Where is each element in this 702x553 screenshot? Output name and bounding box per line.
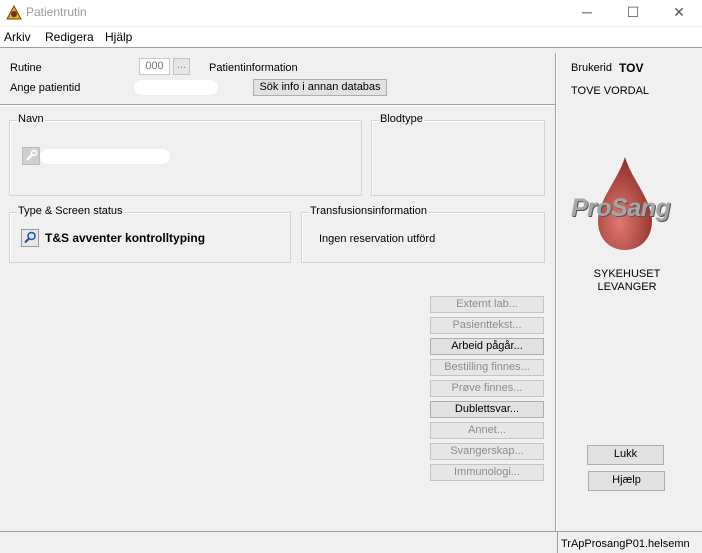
statusbar-divider (0, 531, 702, 532)
menu-arkiv[interactable]: Arkiv (4, 30, 31, 44)
ts-status-text: T&S avventer kontrolltyping (45, 231, 206, 245)
prosang-logo: ProSang (571, 194, 671, 222)
rutine-label: Rutine (10, 62, 42, 74)
wrench-icon (22, 147, 40, 165)
horizontal-divider-highlight (0, 105, 555, 106)
externt-lab-button[interactable]: Externt lab... (430, 296, 544, 313)
svangerskap-button[interactable]: Svangerskap... (430, 443, 544, 460)
search-icon[interactable] (21, 229, 39, 247)
pasienttekst-button[interactable]: Pasienttekst... (430, 317, 544, 334)
arbeid-pagar-button[interactable]: Arbeid pågår... (430, 338, 544, 355)
user-name: TOVE VORDAL (571, 85, 650, 97)
hospital-line2: LEVANGER (597, 281, 657, 293)
transfusion-title: Transfusionsinformation (309, 205, 428, 217)
brukerid-value: TOV (619, 61, 644, 75)
dublettsvar-button[interactable]: Dublettsvar... (430, 401, 544, 418)
blodtype-group (371, 120, 545, 196)
annet-button[interactable]: Annet... (430, 422, 544, 439)
statusbar-divider-vertical (557, 532, 558, 553)
rutine-browse-button[interactable]: ... (173, 58, 190, 75)
rutine-input[interactable]: 000 (139, 58, 170, 75)
bestilling-finnes-button[interactable]: Bestilling finnes... (430, 359, 544, 376)
immunologi-button[interactable]: Immunologi... (430, 464, 544, 481)
statusbar-text: TrApProsangP01.helsemn (561, 538, 690, 550)
prove-finnes-button[interactable]: Prøve finnes... (430, 380, 544, 397)
maximize-button[interactable]: ☐ (610, 0, 656, 26)
sok-info-button[interactable]: Sök info i annan databas (253, 79, 387, 96)
navn-title: Navn (17, 113, 45, 125)
patientid-input[interactable] (134, 80, 218, 95)
menu-separator (0, 47, 702, 48)
brukerid-label: Brukerid (571, 62, 612, 74)
window-title: Patientrutin (26, 5, 87, 19)
minimize-button[interactable]: ─ (564, 0, 610, 26)
transfusion-text: Ingen reservation utförd (319, 233, 436, 245)
hjaelp-button[interactable]: Hjælp (588, 471, 665, 491)
patientinfo-label: Patientinformation (209, 62, 298, 74)
app-icon (6, 4, 22, 20)
hospital-line1: SYKEHUSET (593, 268, 661, 280)
navn-field (40, 149, 170, 164)
type-screen-title: Type & Screen status (17, 205, 124, 217)
blodtype-title: Blodtype (379, 113, 424, 125)
menu-redigera[interactable]: Redigera (45, 30, 94, 44)
close-button[interactable]: ✕ (656, 0, 702, 26)
lukk-button[interactable]: Lukk (587, 445, 664, 465)
ange-patientid-label: Ange patientid (10, 82, 81, 94)
menu-hjalp[interactable]: Hjälp (105, 30, 132, 44)
